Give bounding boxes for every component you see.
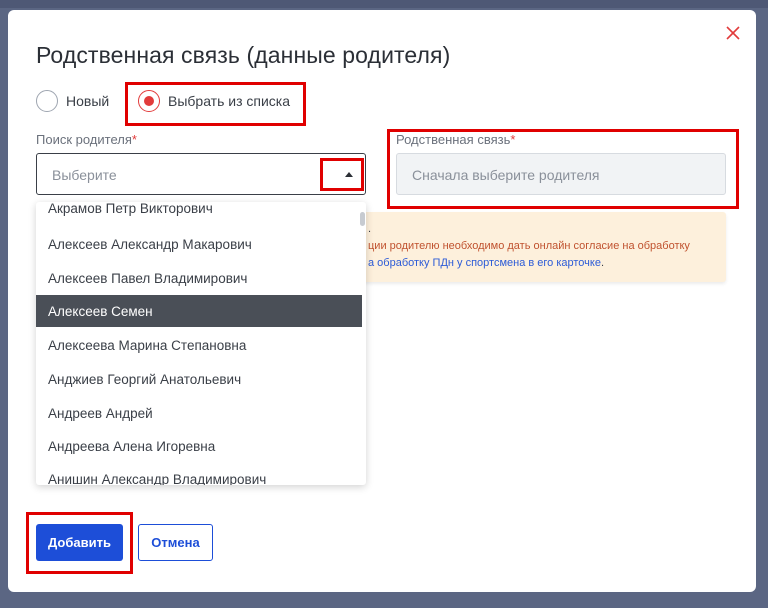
parent-mode-radio-group: Новый Выбрать из списка bbox=[36, 90, 336, 112]
list-item[interactable]: Андреева Алена Игоревна bbox=[36, 430, 362, 462]
caret-up-icon[interactable] bbox=[345, 172, 353, 177]
relation-label: Родственная связь* bbox=[396, 132, 515, 147]
background-header-strip bbox=[0, 0, 768, 8]
parent-search-label: Поиск родителя* bbox=[36, 132, 137, 147]
add-button[interactable]: Добавить bbox=[36, 524, 123, 561]
radio-new[interactable]: Новый bbox=[36, 90, 109, 112]
parent-search-select[interactable]: Выберите bbox=[36, 153, 366, 195]
list-item[interactable]: Анджиев Георгий Анатольевич bbox=[36, 363, 362, 395]
consent-notice: . ции родителю необходимо дать онлайн со… bbox=[348, 212, 726, 282]
radio-select-from-list[interactable]: Выбрать из списка bbox=[138, 90, 290, 112]
notice-line-3: а обработку ПДн у спортсмена в его карто… bbox=[368, 257, 605, 269]
required-mark: * bbox=[131, 132, 137, 147]
radio-new-label: Новый bbox=[66, 93, 110, 109]
parent-search-placeholder: Выберите bbox=[52, 167, 117, 183]
cancel-button[interactable]: Отмена bbox=[138, 524, 213, 561]
list-item[interactable]: Анишин Александр Владимирович bbox=[36, 463, 362, 486]
list-item-active[interactable]: Алексеев Семен bbox=[36, 295, 362, 327]
list-item[interactable]: Алексеев Александр Макарович bbox=[36, 228, 362, 260]
radio-new-circle[interactable] bbox=[36, 90, 58, 112]
notice-line-1: . bbox=[368, 223, 372, 235]
close-icon[interactable] bbox=[724, 24, 742, 42]
dialog-title: Родственная связь (данные родителя) bbox=[36, 42, 451, 68]
notice-link[interactable]: а обработку ПДн у спортсмена в его карто… bbox=[368, 257, 601, 269]
radio-select-from-list-label: Выбрать из списка bbox=[168, 93, 291, 109]
list-item[interactable]: Андреев Андрей bbox=[36, 397, 362, 429]
dropdown-scrollbar[interactable] bbox=[359, 202, 366, 485]
list-item[interactable]: Алексеев Павел Владимирович bbox=[36, 262, 362, 294]
parent-search-label-text: Поиск родителя bbox=[36, 132, 132, 147]
notice-line-2: ции родителю необходимо дать онлайн согл… bbox=[368, 240, 690, 252]
relation-select-disabled: Сначала выберите родителя bbox=[396, 153, 726, 195]
relation-label-text: Родственная связь bbox=[396, 132, 511, 147]
relation-dialog: Родственная связь (данные родителя) Новы… bbox=[8, 10, 756, 592]
radio-select-from-list-circle[interactable] bbox=[138, 90, 160, 112]
list-item[interactable]: Акрамов Петр Викторович bbox=[36, 202, 362, 224]
list-item[interactable]: Алексеева Марина Степановна bbox=[36, 329, 362, 361]
dropdown-scroll-thumb[interactable] bbox=[360, 212, 365, 226]
parent-dropdown-list[interactable]: Акрамов Петр Викторович Алексеев Алексан… bbox=[36, 202, 366, 485]
relation-placeholder: Сначала выберите родителя bbox=[412, 167, 600, 183]
required-mark: * bbox=[510, 132, 516, 147]
